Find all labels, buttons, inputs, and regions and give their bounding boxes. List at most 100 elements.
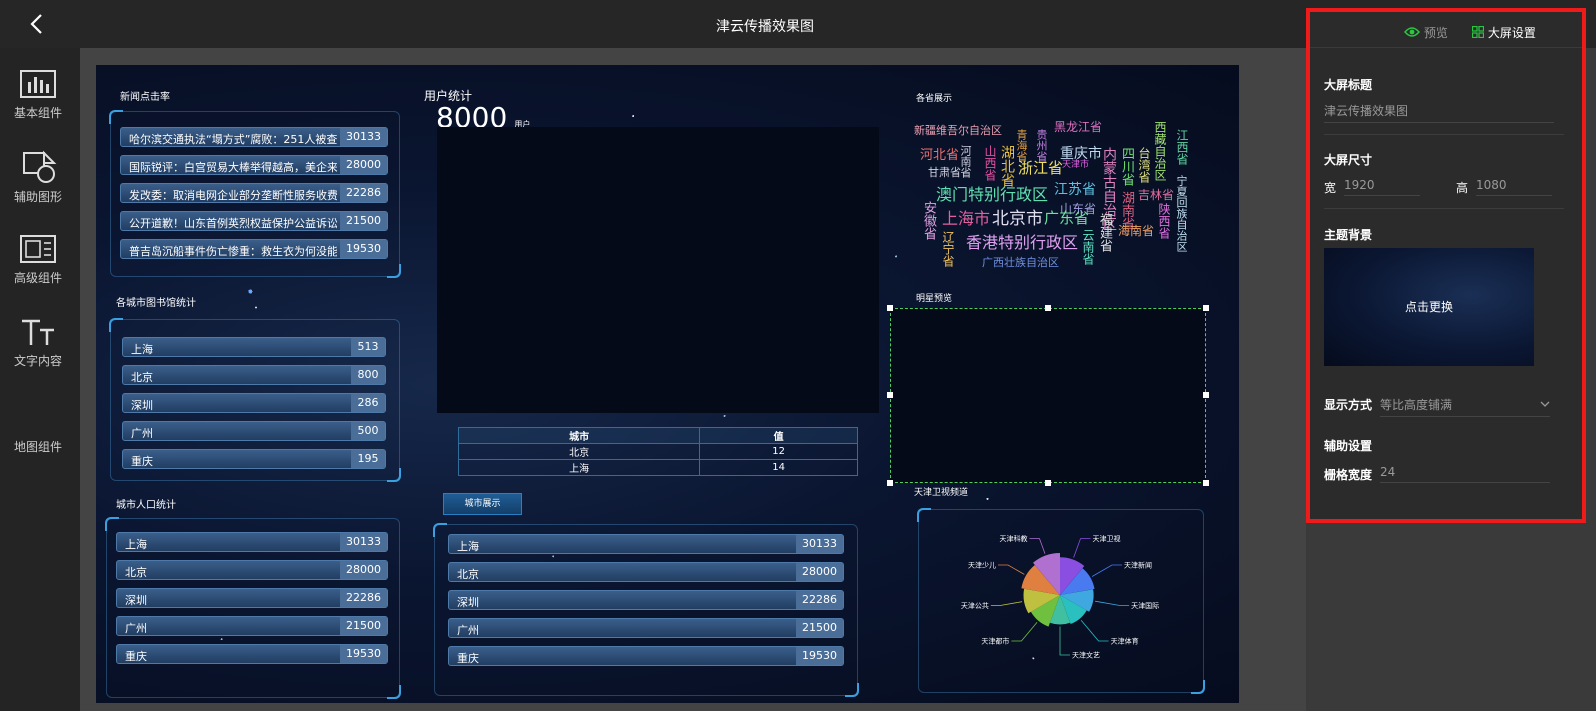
list-item-value: 195 [351,450,385,468]
list-item-label: 普吉岛沉船事件伤亡惨重：救生衣为何没能... [129,245,337,258]
word-cloud-item[interactable]: 江西省 [1175,129,1189,165]
word-cloud-item[interactable]: 海南省 [1118,225,1154,237]
display-mode-select[interactable]: 等比高度铺满 [1380,396,1550,417]
resize-handle[interactable] [1045,480,1051,486]
word-cloud-item[interactable]: 天津市 [1062,161,1089,170]
resize-handle[interactable] [1203,305,1209,311]
word-cloud-item[interactable]: 四川省 [1119,147,1134,186]
list-item-label: 重庆 [131,455,153,468]
list-item: 深圳 22286 [116,588,388,608]
theme-bg-picker[interactable]: 点击更换 [1324,248,1534,366]
word-cloud-item[interactable]: 重庆市 [1060,147,1102,161]
screen-title-label: 大屏标题 [1324,78,1373,92]
screen-settings-tab[interactable]: 大屏设置 [1471,24,1536,41]
sidebar-item-advanced[interactable]: 高级组件 [0,233,76,286]
rose-label-line [1011,622,1038,642]
screen-title-input[interactable]: 津云传播效果图 [1324,102,1554,123]
stars-preview-selected[interactable] [887,305,1209,486]
sidebar-item-map[interactable]: 地图组件 [0,438,76,455]
list-item: 北京 28000 [116,560,388,580]
word-cloud-item[interactable]: 湖北省 [999,145,1015,187]
word-cloud-item[interactable]: 广东省 [1044,211,1089,226]
sidebar-item-basic[interactable]: 基本组件 [0,68,76,121]
list-item-label: 深圳 [457,596,479,609]
rose-label: 天津都市 [981,637,1009,646]
resize-handle[interactable] [887,480,893,486]
list-item-label: 上海 [457,540,479,553]
word-cloud-item[interactable]: 浙江省 [1018,161,1063,176]
preview-button[interactable]: 预览 [1404,24,1448,41]
tianjin-rose-chart[interactable]: 天津卫视天津新闻天津国际天津体育天津文艺 天津都市 天津公共 天津少儿 天津科教 [922,511,1198,689]
list-item: 广州 500 [122,421,386,441]
city-display-button[interactable]: 城市展示 [443,493,522,515]
word-cloud-item[interactable]: 黑龙江省 [1054,121,1102,133]
table-cell: 北京 [457,443,701,460]
table-header: 城市 [457,427,701,444]
word-cloud-item[interactable]: 辽宁省 [941,231,955,267]
list-item-label: 深圳 [131,399,153,412]
list-item: 重庆 19530 [448,646,844,666]
display-mode-value: 等比高度铺满 [1380,398,1453,412]
word-cloud-item[interactable]: 北京市 [992,211,1043,228]
word-cloud-item[interactable]: 上海市 [942,211,990,227]
shapes-icon [23,150,57,183]
rose-label: 天津卫视 [1093,534,1121,543]
list-item-value: 22286 [340,589,387,607]
provinces-title: 各省展示 [916,94,953,104]
settings-panel-header: 预览 大屏设置 [1310,12,1582,47]
sidebar-item-text[interactable]: 文字内容 [0,316,76,369]
width-input[interactable]: 1920 [1344,178,1420,196]
eye-icon [1404,27,1420,37]
user-stats-chart[interactable] [437,127,879,413]
word-cloud-item[interactable]: 山西省 [983,145,997,181]
word-cloud-item[interactable]: 甘肃省 [928,167,961,178]
list-item-label: 深圳 [125,594,147,607]
word-cloud-item[interactable]: 新疆维吾尔自治区 [914,125,1002,136]
resize-handle[interactable] [1045,305,1051,311]
resize-handle[interactable] [887,392,893,398]
word-cloud-item[interactable]: 台湾省 [1137,147,1151,183]
word-cloud-item[interactable]: 云南省 [1081,229,1095,265]
list-item-value: 21500 [340,617,387,635]
word-cloud-item[interactable]: 广西壮族自治区 [982,257,1059,268]
list-item-value: 21500 [340,212,387,230]
list-item: 广州 21500 [116,616,388,636]
word-cloud-item[interactable]: 青海省 [1015,129,1028,162]
word-cloud-item[interactable]: 江苏省 [1054,183,1096,197]
word-cloud-item[interactable]: 安徽省 [921,201,936,240]
big-screen-canvas[interactable]: 新闻点击率 各城市图书馆统计 城市人口统计 用户统计 8000 用户 城市 值 … [96,65,1239,703]
word-cloud-item[interactable]: 西藏自治区 [1153,121,1167,181]
width-label: 宽 [1324,181,1337,195]
list-item-label: 哈尔滨交通执法“塌方式”腐败：251人被查... [129,133,337,146]
word-cloud-item[interactable]: 福建省 [1097,213,1112,252]
height-input[interactable]: 1080 [1476,178,1552,196]
word-cloud-item[interactable]: 澳门特别行政区 [936,187,1048,203]
table-row: 上海 14 [457,459,858,476]
rose-label-line [1095,600,1130,606]
list-item-value: 30133 [796,535,843,553]
word-cloud-item[interactable]: 河南省 [959,145,972,178]
word-cloud-item[interactable]: 香港特别行政区 [966,235,1078,251]
screen-settings-label: 大屏设置 [1487,26,1536,40]
city-table: 城市 值 北京 12 上海 14 [457,427,858,476]
sidebar-item-shapes[interactable]: 辅助图形 [0,150,76,205]
word-cloud-item[interactable]: 宁夏回族自治区 [1175,175,1188,252]
word-cloud-item[interactable]: 河北省 [920,149,959,162]
resize-handle[interactable] [1203,392,1209,398]
rose-label: 天津文艺 [1072,651,1100,660]
panel-icon [20,235,56,263]
resize-handle[interactable] [1203,480,1209,486]
word-cloud-item[interactable]: 陕西省 [1157,203,1171,239]
word-cloud-item[interactable]: 贵州省 [1035,129,1048,162]
list-item-value: 800 [351,366,385,384]
tianjin-title: 天津卫视频道 [914,488,969,498]
resize-handle[interactable] [887,305,893,311]
table-row: 北京 12 [457,443,858,460]
stars-preview-title: 明星预览 [916,294,953,304]
list-item: 深圳 22286 [448,590,844,610]
list-item-label: 北京 [457,568,479,581]
list-item: 上海 513 [122,337,386,357]
grid-width-input[interactable]: 24 [1380,465,1550,483]
word-cloud-item[interactable]: 吉林省 [1138,189,1174,201]
province-word-cloud[interactable]: 新疆维吾尔自治区 黑龙江省 西藏自治区 江西省 青海省 贵州省河北省 河南省 山西省 湖北省 浙江… [886,107,1216,317]
